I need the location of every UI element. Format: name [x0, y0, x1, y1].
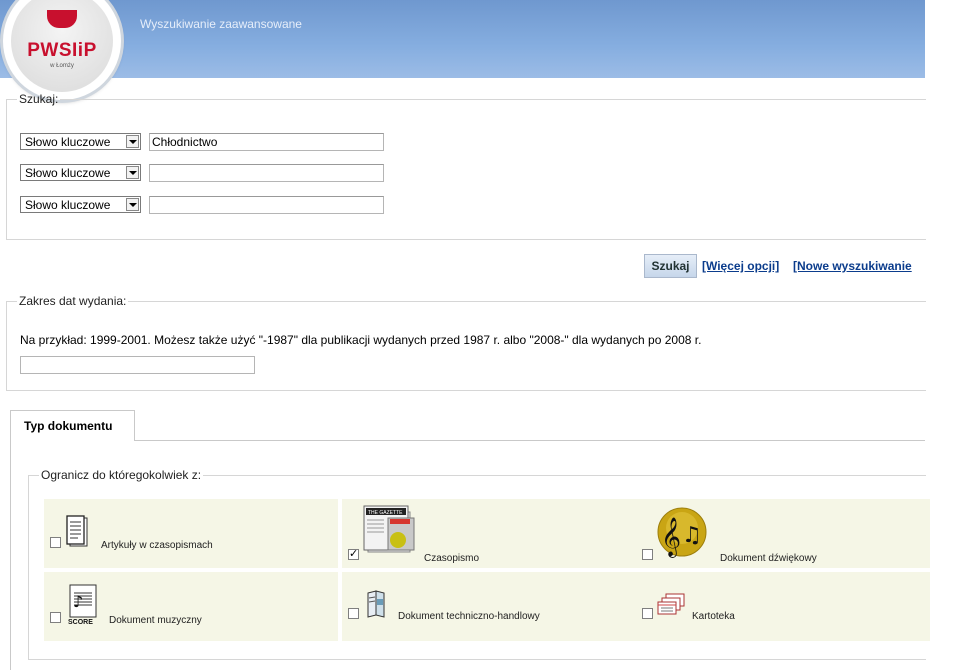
search-input[interactable]: [149, 133, 384, 151]
logo[interactable]: PWSIiP w Łomży: [3, 0, 121, 100]
checkbox-technical[interactable]: [348, 608, 359, 619]
list-item[interactable]: Dokument techniczno-handlowy: [342, 572, 636, 641]
field-select[interactable]: Słowo kluczowe: [20, 133, 141, 150]
svg-text:SCORE: SCORE: [68, 619, 93, 626]
checkbox-journal[interactable]: [348, 547, 359, 560]
item-label: Czasopismo: [424, 553, 480, 564]
list-item[interactable]: ♪ SCORE Dokument muzyczny: [44, 572, 338, 641]
music-note-icon: 𝄞 ♫: [657, 507, 707, 558]
new-search-link[interactable]: [Nowe wyszukiwanie: [793, 259, 912, 273]
list-item[interactable]: Artykuły w czasopismach: [44, 499, 338, 568]
item-label: Kartoteka: [692, 611, 735, 622]
card-file-icon: [657, 593, 685, 615]
item-label: Artykuły w czasopismach: [101, 540, 213, 551]
search-button[interactable]: Szukaj: [644, 254, 697, 278]
list-item[interactable]: THE GAZETTE Czasopismo: [342, 499, 636, 568]
search-input[interactable]: [149, 164, 384, 182]
search-input[interactable]: [149, 196, 384, 214]
brochure-icon: [367, 590, 385, 618]
list-item[interactable]: Kartoteka: [636, 572, 930, 641]
more-options-link[interactable]: [Więcej opcji]: [702, 259, 779, 273]
svg-text:♪: ♪: [73, 592, 83, 611]
checkbox-sound[interactable]: [642, 549, 653, 560]
tab-document-type[interactable]: Typ dokumentu: [10, 410, 135, 441]
item-label: Dokument techniczno-handlowy: [398, 611, 540, 622]
chevron-down-icon[interactable]: [126, 166, 139, 179]
item-label: Dokument dźwiękowy: [720, 553, 817, 564]
field-select[interactable]: Słowo kluczowe: [20, 164, 141, 181]
date-hint: Na przykład: 1999-2001. Możesz także uży…: [20, 333, 702, 347]
svg-text:𝄞: 𝄞: [661, 517, 681, 558]
chevron-down-icon[interactable]: [126, 135, 139, 148]
header-bar: Wyszukiwanie zaawansowane: [0, 0, 925, 78]
logo-subtext: w Łomży: [50, 63, 74, 69]
limit-legend: Ogranicz do któregokolwiek z:: [41, 468, 202, 482]
score-icon: ♪ SCORE: [68, 584, 97, 626]
document-icon: [66, 515, 88, 547]
logo-text: PWSIiP: [27, 40, 97, 61]
chevron-down-icon[interactable]: [126, 198, 139, 211]
page-title: Wyszukiwanie zaawansowane: [140, 17, 302, 31]
svg-text:THE GAZETTE: THE GAZETTE: [368, 510, 403, 516]
newspaper-icon: THE GAZETTE: [363, 505, 415, 553]
field-select[interactable]: Słowo kluczowe: [20, 196, 141, 213]
crest-icon: [47, 10, 77, 28]
svg-text:♫: ♫: [682, 523, 702, 548]
checkbox-score[interactable]: [50, 612, 61, 623]
search-fieldset: Szukaj:: [6, 92, 926, 240]
checkbox-card-file[interactable]: [642, 608, 653, 619]
checkbox-articles[interactable]: [50, 537, 61, 548]
date-range-legend: Zakres dat wydania:: [19, 294, 127, 308]
item-label: Dokument muzyczny: [109, 615, 202, 626]
list-item[interactable]: 𝄞 ♫ Dokument dźwiękowy: [636, 499, 930, 568]
date-range-input[interactable]: [20, 356, 255, 374]
search-legend: Szukaj:: [19, 92, 59, 106]
